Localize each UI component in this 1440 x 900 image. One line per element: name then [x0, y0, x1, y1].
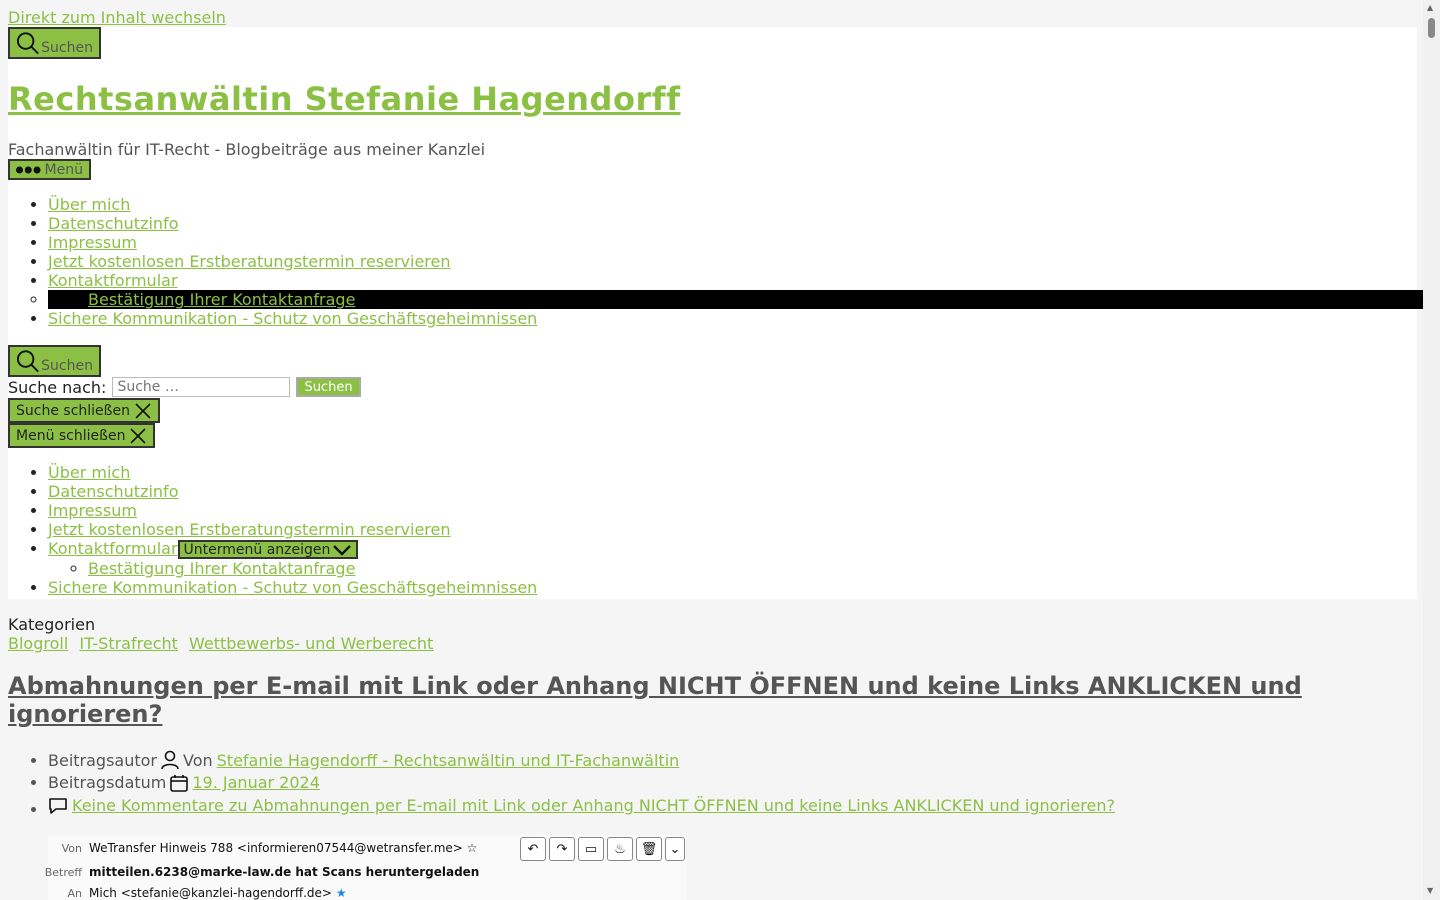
menu-toggle-button[interactable]: Menü: [8, 159, 91, 180]
star-outline-icon: ☆: [466, 841, 478, 855]
comments-link[interactable]: Keine Kommentare zu Abmahnungen per E-ma…: [72, 796, 1115, 815]
calendar-icon: [170, 774, 189, 792]
post-author: Beitragsautor Von Stefanie Hagendorff - …: [48, 750, 1115, 773]
scroll-up-icon[interactable]: ▲: [1427, 3, 1433, 12]
primary-nav: Über mich Datenschutzinfo Impressum Jetz…: [8, 195, 1440, 328]
search-input[interactable]: [112, 377, 291, 397]
modal-nav-link-impressum[interactable]: Impressum: [48, 501, 137, 520]
nav-item: Impressum: [48, 233, 1440, 252]
skip-to-content-link[interactable]: Direkt zum Inhalt wechseln: [8, 8, 226, 27]
modal-nav-link-kontaktformular[interactable]: Kontaktformular: [48, 539, 178, 558]
nav-item: Datenschutzinfo: [48, 482, 537, 501]
modal-nav-link-ueber-mich[interactable]: Über mich: [48, 463, 130, 482]
trash-icon: 🗑: [636, 837, 662, 861]
nav-link-kontaktformular[interactable]: Kontaktformular: [48, 271, 178, 290]
nav-link-datenschutzinfo[interactable]: Datenschutzinfo: [48, 214, 178, 233]
menu-close-label: Menü schließen: [16, 427, 126, 444]
post-comments: Keine Kommentare zu Abmahnungen per E-ma…: [48, 796, 1115, 819]
site-tagline: Fachanwältin für IT-Recht - Blogbeiträge…: [8, 140, 486, 159]
nav-item: Sichere Kommunikation - Schutz von Gesch…: [48, 578, 537, 597]
modal-nav-link-sichere-kommunikation[interactable]: Sichere Kommunikation - Schutz von Gesch…: [48, 578, 537, 597]
modal-nav-link-bestaetigung[interactable]: Bestätigung Ihrer Kontaktanfrage: [88, 559, 355, 578]
submenu-toggle-button[interactable]: Untermenü anzeigen: [177, 540, 359, 559]
menu-close-button[interactable]: Menü schließen: [8, 423, 156, 448]
nav-item: Impressum: [48, 501, 537, 520]
chevron-down-icon: ⌄: [665, 837, 685, 861]
categories-list: Blogroll IT-Strafrecht Wettbewerbs- und …: [8, 634, 439, 653]
search-toggle-label: Suchen: [41, 358, 93, 374]
search-toggle-button[interactable]: Suchen: [8, 27, 101, 59]
nav-link-ueber-mich[interactable]: Über mich: [48, 195, 130, 214]
reply-icon: ↶: [520, 837, 546, 861]
scroll-down-icon[interactable]: ▼: [1427, 886, 1433, 895]
email-from-label: Von: [61, 842, 82, 855]
nav-item: Jetzt kostenlosen Erstberatungstermin re…: [48, 252, 1440, 271]
nav-item: Datenschutzinfo: [48, 214, 1440, 233]
submenu-toggle-label: Untermenü anzeigen: [183, 541, 331, 558]
modal-nav-link-datenschutzinfo[interactable]: Datenschutzinfo: [48, 482, 178, 501]
email-to: Mich <stefanie@kanzlei-hagendorff.de> ★: [89, 886, 347, 900]
nav-subitem: Bestätigung Ihrer Kontaktanfrage: [48, 290, 1440, 309]
site-title: Rechtsanwältin Stefanie Hagendorff: [8, 80, 681, 118]
post-title-link[interactable]: Abmahnungen per E-mail mit Link oder Anh…: [8, 672, 1302, 728]
nav-link-erstberatung[interactable]: Jetzt kostenlosen Erstberatungstermin re…: [48, 252, 451, 271]
category-link-blogroll[interactable]: Blogroll: [8, 634, 68, 653]
menu-toggle-label: Menü: [44, 161, 83, 178]
post-meta: Beitragsautor Von Stefanie Hagendorff - …: [8, 750, 1115, 819]
nav-link-impressum[interactable]: Impressum: [48, 233, 137, 252]
archive-icon: ▭: [578, 837, 604, 861]
categories-label: Kategorien: [8, 615, 96, 634]
email-to-label: An: [67, 887, 83, 900]
nav-submenu: Bestätigung Ihrer Kontaktanfrage: [48, 290, 1440, 309]
nav-item: Kontaktformular Bestätigung Ihrer Kontak…: [48, 271, 1440, 309]
junk-icon: ♨: [607, 837, 633, 861]
search-close-label: Suche schließen: [16, 402, 130, 419]
close-icon: [135, 402, 151, 419]
nav-link-sichere-kommunikation[interactable]: Sichere Kommunikation - Schutz von Gesch…: [48, 309, 537, 328]
author-link[interactable]: Stefanie Hagendorff - Rechtsanwältin und…: [217, 751, 680, 770]
search-icon: [16, 32, 39, 55]
user-icon: [161, 750, 179, 770]
post-title: Abmahnungen per E-mail mit Link oder Anh…: [8, 672, 1348, 728]
search-label: Suche nach:: [8, 377, 107, 397]
site-title-link[interactable]: Rechtsanwältin Stefanie Hagendorff: [8, 80, 681, 118]
email-toolbar: ↶ ↷ ▭ ♨ 🗑 ⌄: [520, 837, 685, 861]
search-modal-toggle-button[interactable]: Suchen: [8, 345, 101, 377]
dots-icon: [16, 165, 41, 174]
date-label: Beitragsdatum: [48, 773, 167, 792]
scrollbar-thumb[interactable]: [1428, 18, 1435, 38]
comment-icon: [49, 797, 67, 814]
close-icon: [130, 427, 147, 444]
modal-nav-submenu: Bestätigung Ihrer Kontaktanfrage: [48, 559, 537, 578]
nav-item: Über mich: [48, 463, 537, 482]
email-subject-label: Betreff: [44, 866, 82, 879]
nav-item: Sichere Kommunikation - Schutz von Gesch…: [48, 309, 1440, 328]
search-icon: [16, 350, 39, 373]
nav-item: Jetzt kostenlosen Erstberatungstermin re…: [48, 520, 537, 539]
search-submit-button[interactable]: Suchen: [296, 377, 361, 397]
email-subject: mitteilen.6238@marke-law.de hat Scans he…: [89, 865, 480, 879]
category-link-wettbewerbsrecht[interactable]: Wettbewerbs- und Werberecht: [189, 634, 433, 653]
search-form: Suche nach: Suchen: [8, 377, 361, 397]
category-link-it-strafrecht[interactable]: IT-Strafrecht: [79, 634, 178, 653]
forward-icon: ↷: [549, 837, 575, 861]
post-date: Beitragsdatum 19. Januar 2024: [48, 773, 1115, 796]
nav-item: Kontaktformular Untermenü anzeigen Bestät…: [48, 539, 537, 578]
author-label: Beitragsautor: [48, 750, 157, 770]
search-toggle-label: Suchen: [41, 40, 93, 56]
search-close-button[interactable]: Suche schließen: [8, 398, 160, 423]
modal-nav: Über mich Datenschutzinfo Impressum Jetz…: [8, 463, 537, 597]
chevron-down-icon: [333, 544, 352, 556]
nav-subitem: Bestätigung Ihrer Kontaktanfrage: [88, 559, 537, 578]
author-prefix: Von: [183, 750, 213, 770]
nav-link-bestaetigung[interactable]: Bestätigung Ihrer Kontaktanfrage: [88, 290, 355, 309]
star-filled-icon: ★: [335, 886, 347, 900]
modal-nav-link-erstberatung[interactable]: Jetzt kostenlosen Erstberatungstermin re…: [48, 520, 451, 539]
date-link[interactable]: 19. Januar 2024: [192, 773, 320, 792]
email-from: WeTransfer Hinweis 788 <informieren07544…: [89, 841, 478, 855]
nav-item: Über mich: [48, 195, 1440, 214]
page-scrollbar[interactable]: ▲ ▼: [1423, 0, 1440, 900]
email-screenshot-image: Von WeTransfer Hinweis 788 <informieren0…: [45, 835, 686, 900]
